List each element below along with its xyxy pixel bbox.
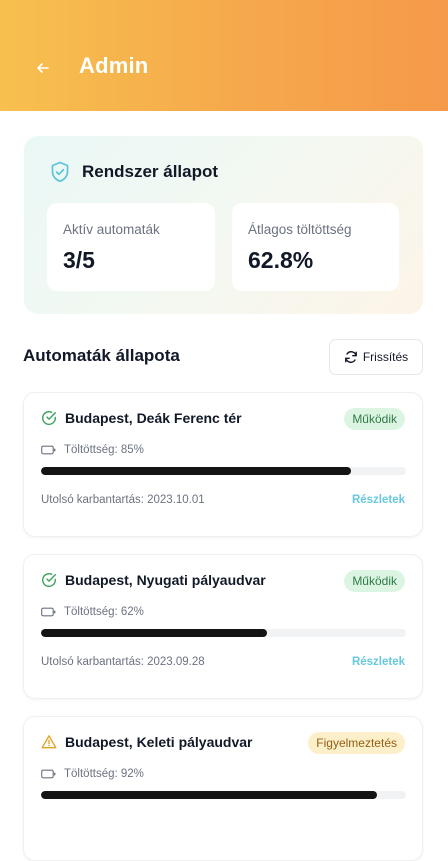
back-button[interactable]	[30, 55, 56, 81]
machines-section-title: Automaták állapota	[23, 346, 180, 365]
status-badge: Működik	[344, 570, 405, 592]
system-status-title: Rendszer állapot	[82, 162, 219, 181]
machine-card-header: Budapest, Keleti pályaudvar	[41, 734, 253, 750]
shield-check-icon	[51, 161, 69, 183]
battery-icon	[41, 769, 56, 779]
machine-name: Budapest, Keleti pályaudvar	[65, 734, 253, 750]
app-header: Admin	[0, 0, 448, 111]
fill-progress-bar	[41, 467, 406, 475]
check-circle-icon	[42, 411, 57, 426]
status-badge: Működik	[344, 408, 405, 430]
machine-card: Budapest, Keleti pályaudvar Figyelmeztet…	[23, 716, 423, 861]
details-link[interactable]: Részletek	[352, 656, 405, 668]
arrow-left-icon	[37, 63, 49, 73]
details-link[interactable]: Részletek	[352, 494, 405, 506]
fill-label: Töltöttség: 62%	[64, 606, 144, 618]
machine-card: Budapest, Deák Ferenc tér Működik Töltöt…	[23, 392, 423, 537]
machine-name: Budapest, Deák Ferenc tér	[65, 410, 242, 426]
fill-level-row: Töltöttség: 85%	[41, 444, 144, 456]
warning-triangle-icon	[41, 735, 57, 749]
machine-card-header: Budapest, Deák Ferenc tér	[41, 410, 242, 426]
fill-level-row: Töltöttség: 62%	[41, 606, 144, 618]
page-title: Admin	[79, 53, 149, 78]
fill-level-row: Töltöttség: 92%	[41, 768, 144, 780]
machine-card: Budapest, Nyugati pályaudvar Működik Töl…	[23, 554, 423, 699]
machine-card-header: Budapest, Nyugati pályaudvar	[41, 572, 266, 588]
system-status-card: Rendszer állapot Aktív automaták 3/5 Átl…	[24, 136, 423, 314]
battery-icon	[41, 445, 56, 455]
check-circle-icon	[42, 573, 57, 588]
last-maintenance: Utolsó karbantartás: 2023.10.01	[41, 494, 205, 506]
refresh-button[interactable]: Frissítés	[329, 339, 423, 375]
fill-progress-bar	[41, 629, 406, 637]
last-maintenance: Utolsó karbantartás: 2023.09.28	[41, 656, 205, 668]
metric-value: 3/5	[63, 247, 95, 273]
battery-icon	[41, 607, 56, 617]
system-status-header: Rendszer állapot	[50, 161, 218, 183]
fill-label: Töltöttség: 92%	[64, 768, 144, 780]
machine-name: Budapest, Nyugati pályaudvar	[65, 572, 266, 588]
fill-progress-bar	[41, 791, 406, 799]
refresh-label: Frissítés	[362, 350, 409, 364]
fill-progress-value	[41, 629, 268, 637]
metric-label: Átlagos töltöttség	[248, 222, 352, 237]
average-fill-metric: Átlagos töltöttség 62.8%	[232, 203, 399, 291]
fill-progress-value	[41, 467, 352, 475]
fill-label: Töltöttség: 85%	[64, 444, 144, 456]
active-machines-metric: Aktív automaták 3/5	[47, 203, 215, 291]
fill-progress-value	[41, 791, 377, 799]
refresh-icon	[344, 351, 357, 363]
metric-label: Aktív automaták	[63, 222, 160, 237]
metric-value: 62.8%	[248, 247, 314, 273]
status-badge: Figyelmeztetés	[308, 732, 405, 754]
